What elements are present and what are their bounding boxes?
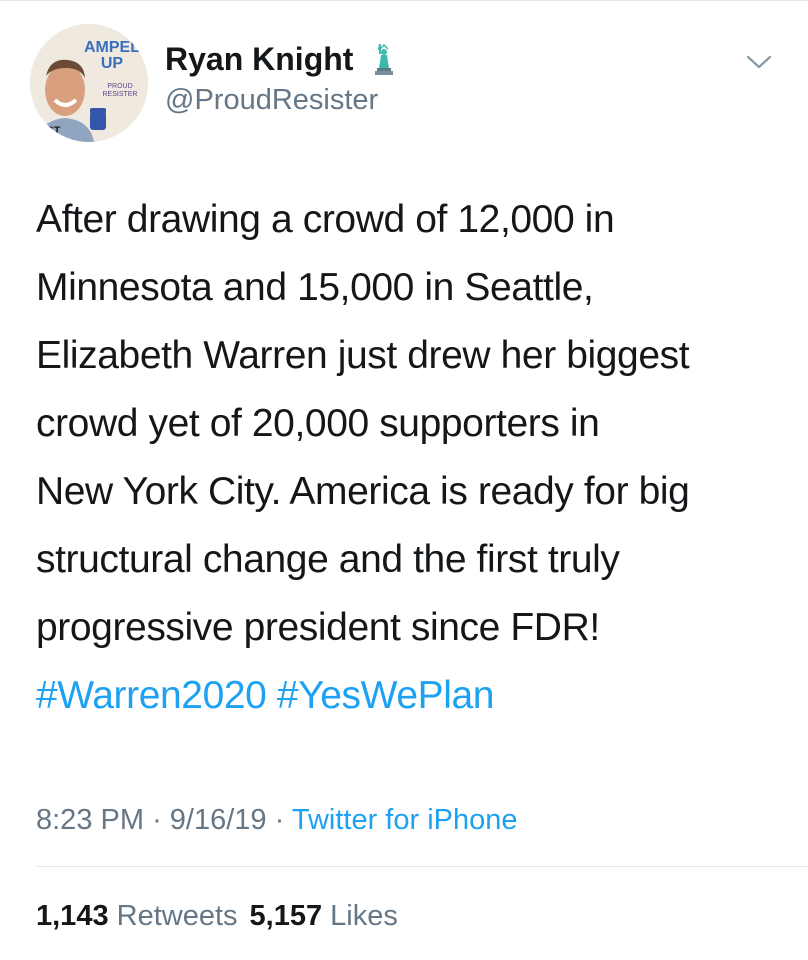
hashtag-line: #Warren2020 #YesWePlan (36, 662, 786, 730)
avatar-text-5: SIST (36, 125, 61, 137)
meta-separator: · (152, 804, 162, 836)
tweet-date[interactable]: 9/16/19 (170, 804, 267, 836)
tweet-line: progressive president since FDR! (36, 606, 600, 649)
tweet-source-link[interactable]: Twitter for iPhone (292, 804, 518, 836)
retweets-stat[interactable]: 1,143 Retweets (36, 900, 238, 932)
tweet-line: Minnesota and 15,000 in Seattle, (36, 266, 594, 309)
tweet-time[interactable]: 8:23 PM (36, 804, 144, 836)
tweet-line: Elizabeth Warren just drew her biggest (36, 334, 690, 377)
retweet-count: 1,143 (36, 900, 109, 932)
stats-divider (36, 866, 808, 867)
retweet-label: Retweets (116, 900, 238, 932)
tweet-line: After drawing a crowd of 12,000 in (36, 198, 615, 241)
tweet-stats: 1,143 Retweets 5,157 Likes (36, 896, 398, 936)
author-handle[interactable]: @ProudResister (165, 82, 378, 118)
like-label: Likes (330, 900, 398, 932)
chevron-down-icon[interactable] (745, 52, 773, 72)
tweet-line: crowd yet of 20,000 supporters in (36, 402, 600, 445)
likes-stat[interactable]: 5,157 Likes (250, 900, 398, 932)
statue-of-liberty-icon (370, 42, 398, 84)
avatar-text-1: AMPEL (84, 39, 140, 56)
tweet-text: After drawing a crowd of 12,000 in Minne… (36, 186, 786, 730)
display-name-text[interactable]: Ryan Knight (165, 41, 353, 77)
avatar-text-2: UP (101, 55, 124, 72)
display-name[interactable]: Ryan Knight (165, 40, 398, 84)
meta-separator: · (274, 804, 285, 836)
hashtag-link[interactable]: #YesWePlan (277, 674, 495, 717)
hashtag-link[interactable]: #Warren2020 (36, 674, 267, 717)
avatar-text-4: RESISTER (102, 91, 137, 98)
avatar[interactable]: AMPEL UP PROUD RESISTER SIST (30, 24, 148, 142)
top-divider (0, 0, 808, 1)
avatar-text-3: PROUD (107, 83, 132, 90)
tweet-line: structural change and the first truly (36, 538, 620, 581)
tweet-metadata: 8:23 PM · 9/16/19 · Twitter for iPhone (36, 800, 518, 840)
like-count: 5,157 (249, 900, 323, 932)
tweet-line: New York City. America is ready for big (36, 470, 690, 513)
